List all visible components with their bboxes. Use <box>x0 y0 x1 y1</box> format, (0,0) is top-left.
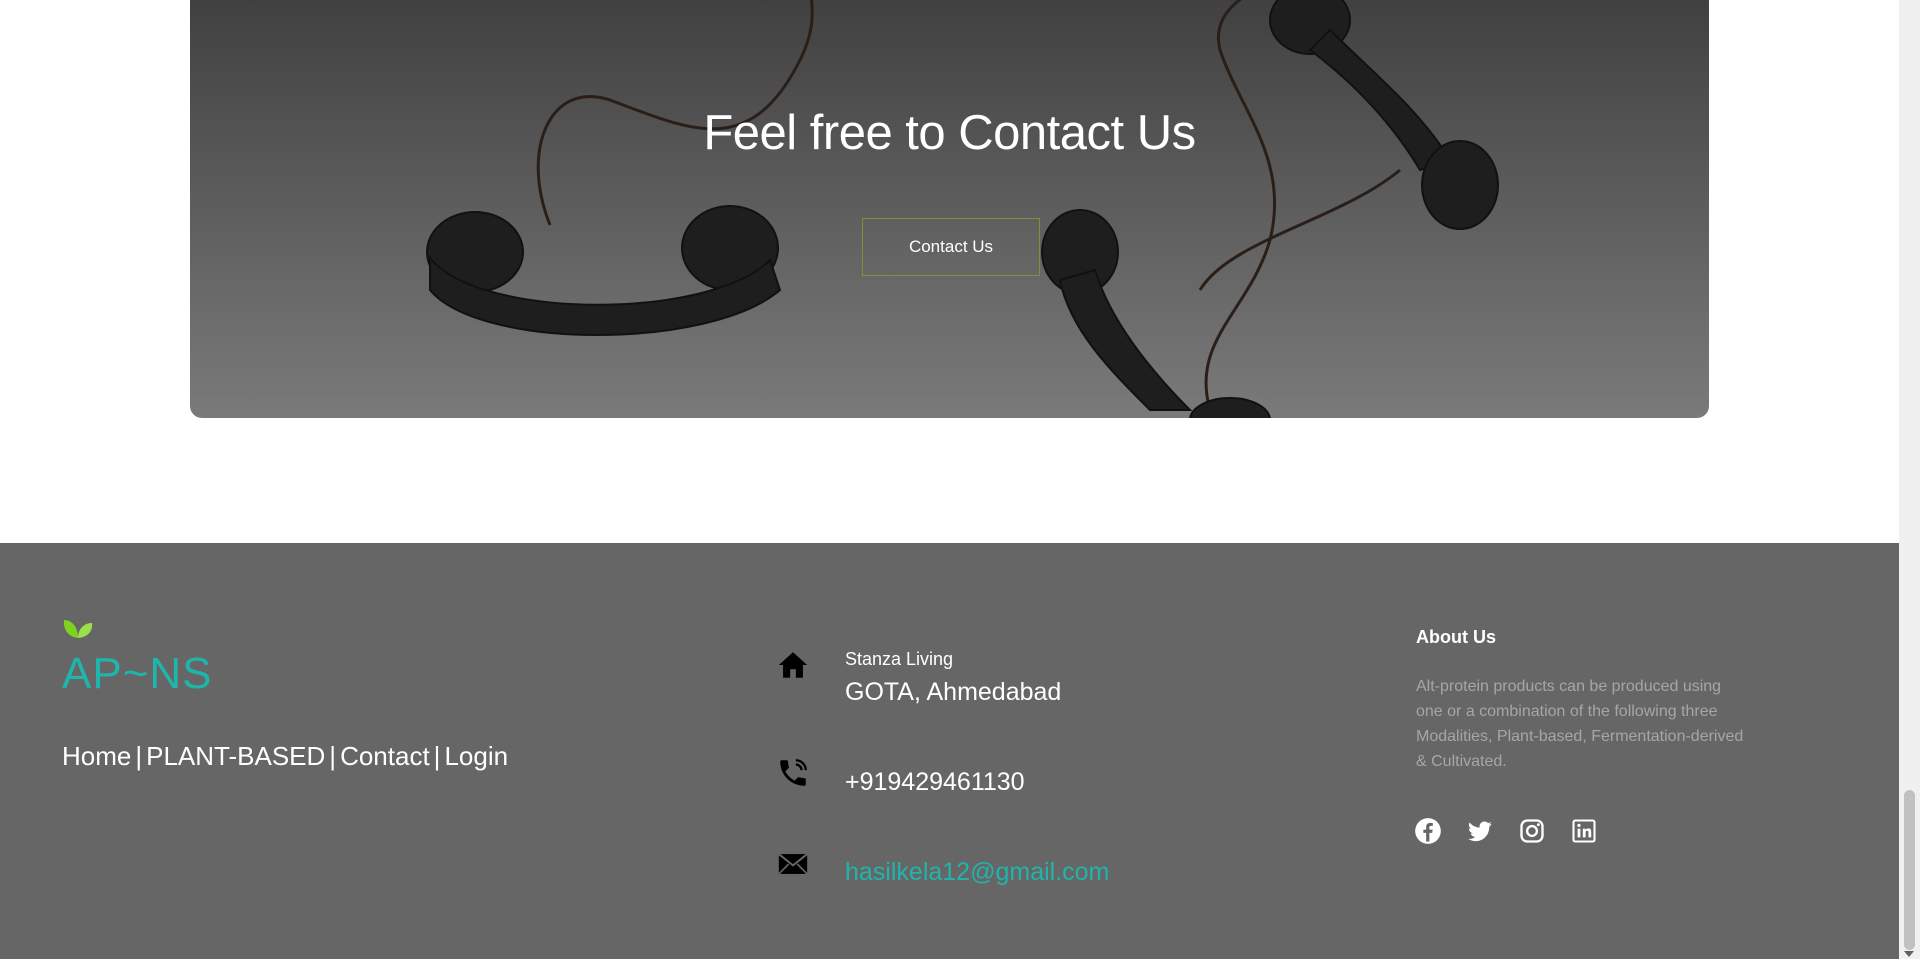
nav-separator: | <box>329 741 337 771</box>
contact-banner: Feel free to Contact Us Contact Us <box>190 0 1709 418</box>
instagram-icon[interactable] <box>1518 817 1546 845</box>
nav-link-plant-based[interactable]: PLANT-BASED <box>146 741 325 771</box>
facebook-icon[interactable] <box>1414 817 1442 845</box>
nav-separator: | <box>433 741 441 771</box>
address-line-2: GOTA, Ahmedabad <box>845 678 1062 706</box>
footer: AP~NS Home | PLANT-BASED | Contact | Login Sta… <box>0 543 1899 959</box>
nav-link-contact[interactable]: Contact <box>340 741 430 771</box>
nav-link-home[interactable]: Home <box>62 741 131 771</box>
about-us-heading: About Us <box>1416 627 1496 647</box>
home-icon <box>778 652 808 678</box>
site-logo[interactable]: AP~NS <box>62 649 213 699</box>
page: Feel free to Contact Us Contact Us AP~NS… <box>0 0 1899 959</box>
scroll-down-arrow-icon[interactable] <box>1904 951 1914 957</box>
about-us-text: Alt-protein products can be produced usi… <box>1416 678 1744 770</box>
footer-nav: Home | PLANT-BASED | Contact | Login <box>62 741 508 772</box>
leaf-icon <box>63 620 93 638</box>
linkedin-icon[interactable] <box>1570 817 1598 845</box>
mail-icon <box>778 853 808 875</box>
banner-title: Feel free to Contact Us <box>703 106 1196 160</box>
address-line-1: Stanza Living <box>845 649 954 669</box>
contact-us-button[interactable]: Contact Us <box>862 218 1040 276</box>
email-link[interactable]: hasilkela12@gmail.com <box>845 858 1109 887</box>
phone-icon <box>780 759 807 786</box>
telephone-handsets-image <box>426 0 1499 418</box>
nav-link-login[interactable]: Login <box>444 741 508 771</box>
scrollbar-thumb[interactable] <box>1904 790 1915 950</box>
vertical-scrollbar[interactable] <box>1899 0 1920 959</box>
twitter-icon[interactable] <box>1466 817 1494 845</box>
nav-separator: | <box>135 741 143 771</box>
phone-number[interactable]: +919429461130 <box>845 768 1025 797</box>
